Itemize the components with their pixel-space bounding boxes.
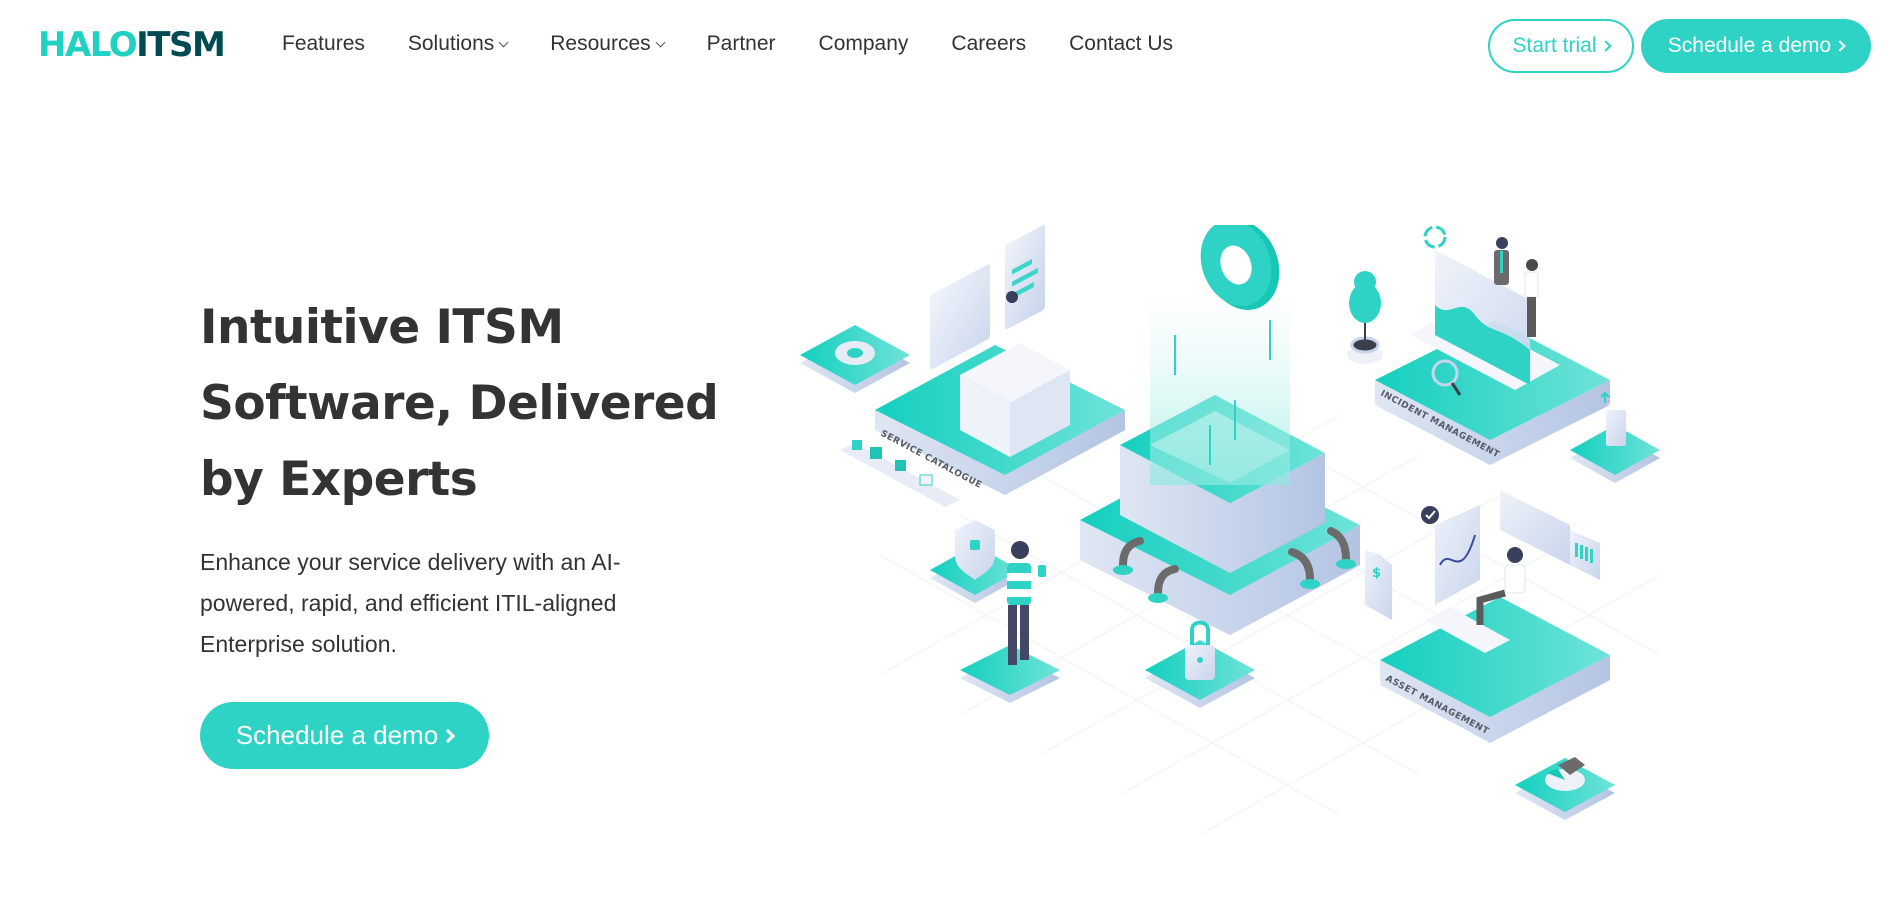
nav-item-features[interactable]: Features xyxy=(282,28,365,60)
chevron-down-icon xyxy=(498,37,509,47)
nav-item-resources[interactable]: Resources xyxy=(550,28,666,60)
person-man xyxy=(1494,237,1509,285)
data-beam xyxy=(1150,285,1290,485)
nav-item-label: Features xyxy=(282,32,365,55)
hero-illustration: SERVICE CATALOGUE INCIDENT MANAGEMENT $ … xyxy=(800,225,1661,836)
folder-icon xyxy=(870,447,882,459)
hero-title: Intuitive ITSM Software, Delivered by Ex… xyxy=(200,290,720,518)
image-icon xyxy=(852,440,862,450)
start-trial-label: Start trial xyxy=(1512,34,1597,57)
chevron-down-icon xyxy=(655,37,666,47)
refresh-icon xyxy=(1423,225,1447,249)
nav-item-solutions[interactable]: Solutions xyxy=(407,28,509,60)
briefcase-icon xyxy=(895,460,906,471)
schedule-demo-hero-button[interactable]: Schedule a demo xyxy=(200,702,489,769)
nav-item-label: Resources xyxy=(550,32,651,55)
nav-item-careers[interactable]: Careers xyxy=(951,28,1026,60)
hero-description: Enhance your service delivery with an AI… xyxy=(200,542,700,665)
hero-description-line: powered, rapid, and efficient ITIL-align… xyxy=(200,590,617,616)
checkmark-icon xyxy=(1421,506,1439,524)
padlock-tile xyxy=(1145,620,1255,708)
haloitsm-logo[interactable]: HALO ITSM xyxy=(38,25,226,65)
nav-item-label: Partner xyxy=(706,32,776,55)
phone-icon xyxy=(1606,410,1626,446)
gear-icon xyxy=(835,341,875,365)
pie-chart-icon xyxy=(1545,757,1585,791)
pie-chart-tile xyxy=(1515,757,1615,820)
nav-item-company[interactable]: Company xyxy=(819,28,909,60)
gear-tile xyxy=(800,325,910,393)
chevron-right-icon xyxy=(1599,40,1612,52)
hero-description-line: Enterprise solution. xyxy=(200,631,397,657)
nav-item-partner[interactable]: Partner xyxy=(707,28,776,60)
hero-cta-label: Schedule a demo xyxy=(235,720,439,750)
mail-icon xyxy=(919,474,933,486)
dollar-document-icon xyxy=(1365,550,1392,620)
service-catalogue-platform: SERVICE CATALOGUE xyxy=(875,225,1125,495)
main-nav: Features Solutions Resources Partner Com… xyxy=(282,28,1173,60)
phone-icon xyxy=(1038,565,1046,577)
incident-management-platform: INCIDENT MANAGEMENT xyxy=(1375,225,1610,465)
chevron-right-icon xyxy=(441,728,456,743)
person-head xyxy=(1006,291,1018,303)
logo-halo-text: HALO xyxy=(38,25,138,65)
nav-item-label: Solutions xyxy=(407,32,495,55)
tree-icon xyxy=(1347,271,1383,364)
nav-item-contact-us[interactable]: Contact Us xyxy=(1069,28,1173,60)
nav-item-label: Contact Us xyxy=(1069,32,1173,55)
hero-title-line: Software, Delivered xyxy=(200,376,719,431)
logo-itsm-text: ITSM xyxy=(136,25,226,65)
hero-title-line: Intuitive ITSM xyxy=(200,300,564,355)
hero-title-line: by Experts xyxy=(200,452,478,507)
asset-management-platform: $ ASSET MANAGEMENT xyxy=(1365,490,1610,743)
start-trial-button[interactable]: Start trial xyxy=(1488,19,1634,73)
site-header: HALO ITSM Features Solutions Resources P… xyxy=(0,0,1899,90)
dollar-symbol: $ xyxy=(1372,566,1381,581)
schedule-demo-header-button[interactable]: Schedule a demo xyxy=(1641,19,1871,73)
nav-item-label: Careers xyxy=(951,32,1027,55)
schedule-demo-label: Schedule a demo xyxy=(1667,34,1832,57)
hero-description-line: Enhance your service delivery with an AI… xyxy=(200,549,621,575)
nav-item-label: Company xyxy=(818,32,909,55)
chevron-right-icon xyxy=(1834,40,1846,52)
chart-screen xyxy=(1435,505,1480,605)
